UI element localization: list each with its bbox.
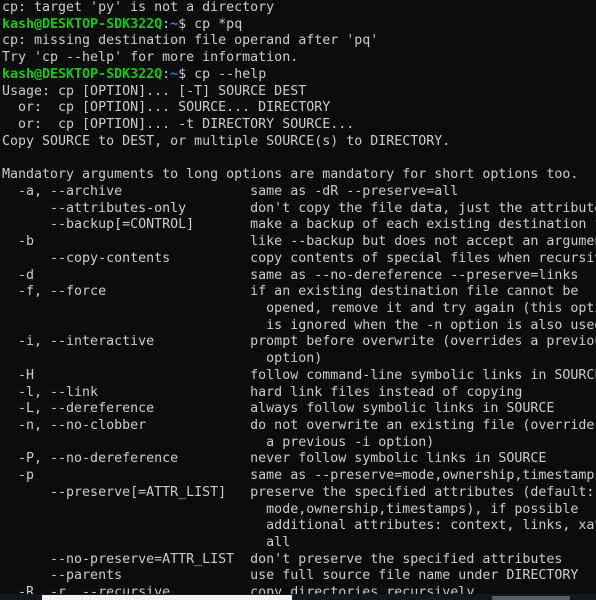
output-text: Copy SOURCE to DEST, or multiple SOURCE(… — [2, 133, 451, 149]
output-text: -i, --interactive prompt before overwrit… — [2, 334, 596, 350]
output-line: -P, --no-dereference never follow symbol… — [2, 451, 596, 468]
prompt-path: ~ — [170, 66, 179, 82]
output-line: -H follow command-line symbolic links in… — [2, 368, 596, 385]
output-text: a previous -i option) — [2, 434, 435, 450]
taskbar-sliver[interactable] — [42, 595, 292, 600]
prompt-line: kash@DESKTOP-SDK322Q:~$ cp --help — [2, 67, 596, 84]
output-text: option) — [2, 351, 323, 367]
output-text: --parents use full source file name unde… — [2, 568, 579, 584]
output-text: --preserve[=ATTR_LIST] preserve the spec… — [2, 484, 595, 500]
output-line: --no-preserve=ATTR_LIST don't preserve t… — [2, 552, 596, 569]
output-line: all — [2, 535, 596, 552]
output-line: -L, --dereference always follow symbolic… — [2, 401, 596, 418]
output-text: cp: target 'py' is not a directory — [2, 0, 275, 15]
prompt-separator: : — [162, 16, 171, 32]
output-text: mode,ownership,timestamps), if possible — [2, 501, 579, 517]
output-text: Try 'cp --help' for more information. — [2, 50, 299, 66]
output-line: cp: target 'py' is not a directory — [2, 0, 596, 17]
output-text: opened, remove it and try again (this op… — [2, 300, 596, 316]
output-text: or: cp [OPTION]... -t DIRECTORY SOURCE..… — [2, 117, 355, 133]
prompt-command-text: cp --help — [186, 66, 267, 82]
prompt-sigil: $ — [178, 16, 187, 32]
output-text: --copy-contents copy contents of special… — [2, 250, 596, 266]
output-line: or: cp [OPTION]... SOURCE... DIRECTORY — [2, 100, 596, 117]
output-text: -P, --no-dereference never follow symbol… — [2, 451, 547, 467]
output-line: option) — [2, 351, 596, 368]
output-line: -a, --archive same as -dR --preserve=all — [2, 184, 596, 201]
output-line: or: cp [OPTION]... -t DIRECTORY SOURCE..… — [2, 117, 596, 134]
output-line: -i, --interactive prompt before overwrit… — [2, 334, 596, 351]
output-text: -l, --link hard link files instead of co… — [2, 384, 523, 400]
output-text: --attributes-only don't copy the file da… — [2, 200, 596, 216]
output-text: additional attributes: context, links, x… — [2, 518, 596, 534]
output-text: Usage: cp [OPTION]... [-T] SOURCE DEST — [2, 83, 307, 99]
output-line: a previous -i option) — [2, 435, 596, 452]
prompt-user-host: kash@DESKTOP-SDK322Q — [2, 66, 163, 82]
output-text: -n, --no-clobber do not overwrite an exi… — [2, 417, 596, 433]
prompt-path: ~ — [170, 16, 179, 32]
output-text: -a, --archive same as -dR --preserve=all — [2, 183, 459, 199]
output-line: --attributes-only don't copy the file da… — [2, 201, 596, 218]
output-line: cp: missing destination file operand aft… — [2, 33, 596, 50]
output-text: is ignored when the -n option is also us… — [2, 317, 596, 333]
output-text: -b like --backup but does not accept an … — [2, 234, 596, 250]
output-line: -n, --no-clobber do not overwrite an exi… — [2, 418, 596, 435]
output-line: Mandatory arguments to long options are … — [2, 167, 596, 184]
prompt-command-text: cp *pq — [186, 16, 243, 32]
output-line: -p same as --preserve=mode,ownership,tim… — [2, 468, 596, 485]
output-text: -L, --dereference always follow symbolic… — [2, 401, 555, 417]
output-line: -d same as --no-dereference --preserve=l… — [2, 268, 596, 285]
prompt-separator: : — [162, 66, 171, 82]
output-line: mode,ownership,timestamps), if possible — [2, 502, 596, 519]
output-text: Mandatory arguments to long options are … — [2, 167, 579, 183]
terminal-window[interactable]: cp: target 'py' is not a directory kash@D… — [0, 0, 596, 600]
prompt-sigil: $ — [178, 66, 187, 82]
scrollbar-thumb-sliver[interactable] — [492, 596, 570, 600]
output-text: --backup[=CONTROL] make a backup of each… — [2, 217, 596, 233]
output-text: -H follow command-line symbolic links in… — [2, 367, 596, 383]
prompt-line: kash@DESKTOP-SDK322Q:~$ cp *pq — [2, 17, 596, 34]
bottom-chrome-strip — [0, 594, 596, 600]
output-line: --parents use full source file name unde… — [2, 568, 596, 585]
output-line: opened, remove it and try again (this op… — [2, 301, 596, 318]
output-text: all — [2, 535, 291, 550]
output-text: or: cp [OPTION]... SOURCE... DIRECTORY — [2, 100, 331, 116]
output-line: Try 'cp --help' for more information. — [2, 50, 596, 67]
output-line: --preserve[=ATTR_LIST] preserve the spec… — [2, 485, 596, 502]
output-line: -b like --backup but does not accept an … — [2, 234, 596, 251]
output-text: --no-preserve=ATTR_LIST don't preserve t… — [2, 551, 563, 567]
output-text: -f, --force if an existing destination f… — [2, 284, 579, 300]
prompt-user-host: kash@DESKTOP-SDK322Q — [2, 16, 163, 32]
output-line: -f, --force if an existing destination f… — [2, 284, 596, 301]
output-text: -d same as --no-dereference --preserve=l… — [2, 267, 579, 283]
output-line: --backup[=CONTROL] make a backup of each… — [2, 217, 596, 234]
output-line: is ignored when the -n option is also us… — [2, 318, 596, 335]
output-line: Usage: cp [OPTION]... [-T] SOURCE DEST — [2, 84, 596, 101]
output-text: cp: missing destination file operand aft… — [2, 33, 379, 49]
output-line: Copy SOURCE to DEST, or multiple SOURCE(… — [2, 134, 596, 151]
output-text: -p same as --preserve=mode,ownership,tim… — [2, 468, 596, 484]
terminal-screen-buffer[interactable]: cp: target 'py' is not a directory kash@D… — [2, 0, 596, 600]
output-line: -l, --link hard link files instead of co… — [2, 385, 596, 402]
output-line: additional attributes: context, links, x… — [2, 518, 596, 535]
output-line: --copy-contents copy contents of special… — [2, 251, 596, 268]
